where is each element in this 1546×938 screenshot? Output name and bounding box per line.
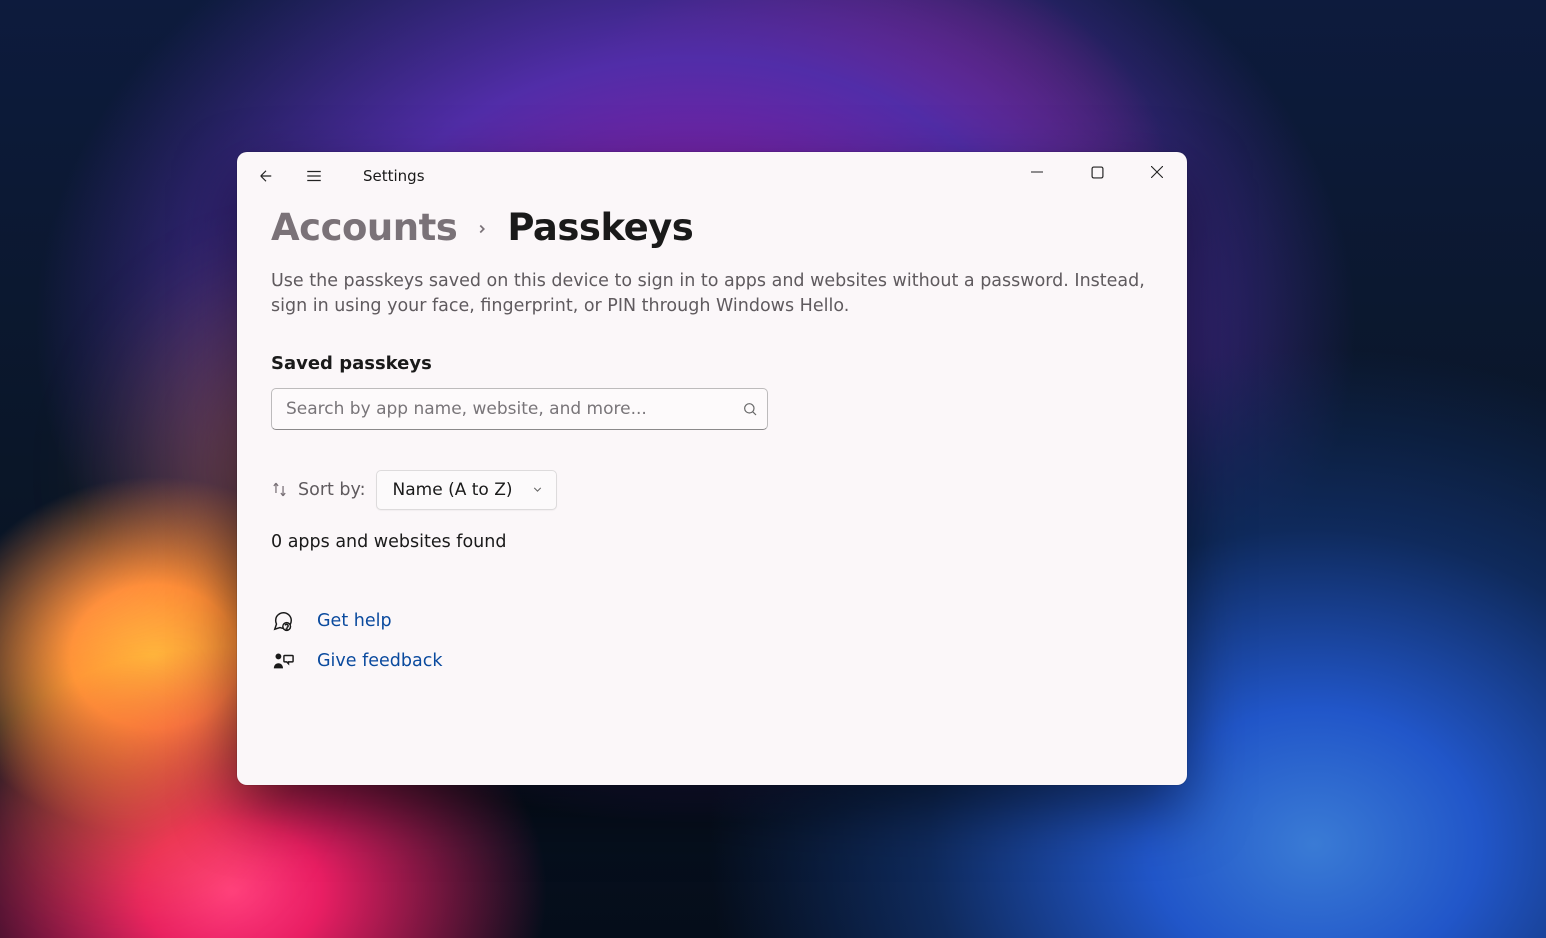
give-feedback-row: Give feedback (271, 650, 1153, 672)
get-help-link[interactable]: Get help (317, 611, 392, 631)
minimize-icon (1031, 166, 1043, 178)
breadcrumb-accounts-link[interactable]: Accounts (271, 206, 457, 249)
help-icon (271, 610, 295, 632)
maximize-button[interactable] (1067, 152, 1127, 192)
page-description: Use the passkeys saved on this device to… (271, 269, 1151, 319)
close-icon (1151, 166, 1163, 178)
chevron-right-icon (475, 218, 489, 240)
sort-icon (271, 481, 288, 498)
hamburger-menu-button[interactable] (293, 152, 335, 200)
get-help-row: Get help (271, 610, 1153, 632)
minimize-button[interactable] (1007, 152, 1067, 192)
feedback-icon (271, 650, 295, 672)
results-count: 0 apps and websites found (271, 532, 1153, 552)
titlebar: Settings (237, 152, 1187, 200)
search-container (271, 388, 768, 430)
hamburger-icon (305, 167, 323, 185)
app-title: Settings (363, 167, 425, 185)
sort-row: Sort by: Name (A to Z) (271, 470, 1153, 510)
close-button[interactable] (1127, 152, 1187, 192)
search-input[interactable] (271, 388, 768, 430)
window-controls (1007, 152, 1187, 192)
maximize-icon (1091, 166, 1104, 179)
back-button[interactable] (245, 152, 287, 200)
breadcrumb: Accounts Passkeys (271, 206, 1153, 249)
page-title: Passkeys (507, 206, 693, 249)
sort-by-label: Sort by: (298, 480, 366, 500)
sort-dropdown[interactable]: Name (A to Z) (376, 470, 557, 510)
content-area: Accounts Passkeys Use the passkeys saved… (237, 200, 1187, 785)
settings-window: Settings Accounts (237, 152, 1187, 785)
give-feedback-link[interactable]: Give feedback (317, 651, 443, 671)
saved-passkeys-heading: Saved passkeys (271, 353, 1153, 374)
back-arrow-icon (257, 167, 275, 185)
sort-dropdown-value: Name (A to Z) (393, 480, 513, 500)
chevron-down-icon (531, 483, 544, 496)
